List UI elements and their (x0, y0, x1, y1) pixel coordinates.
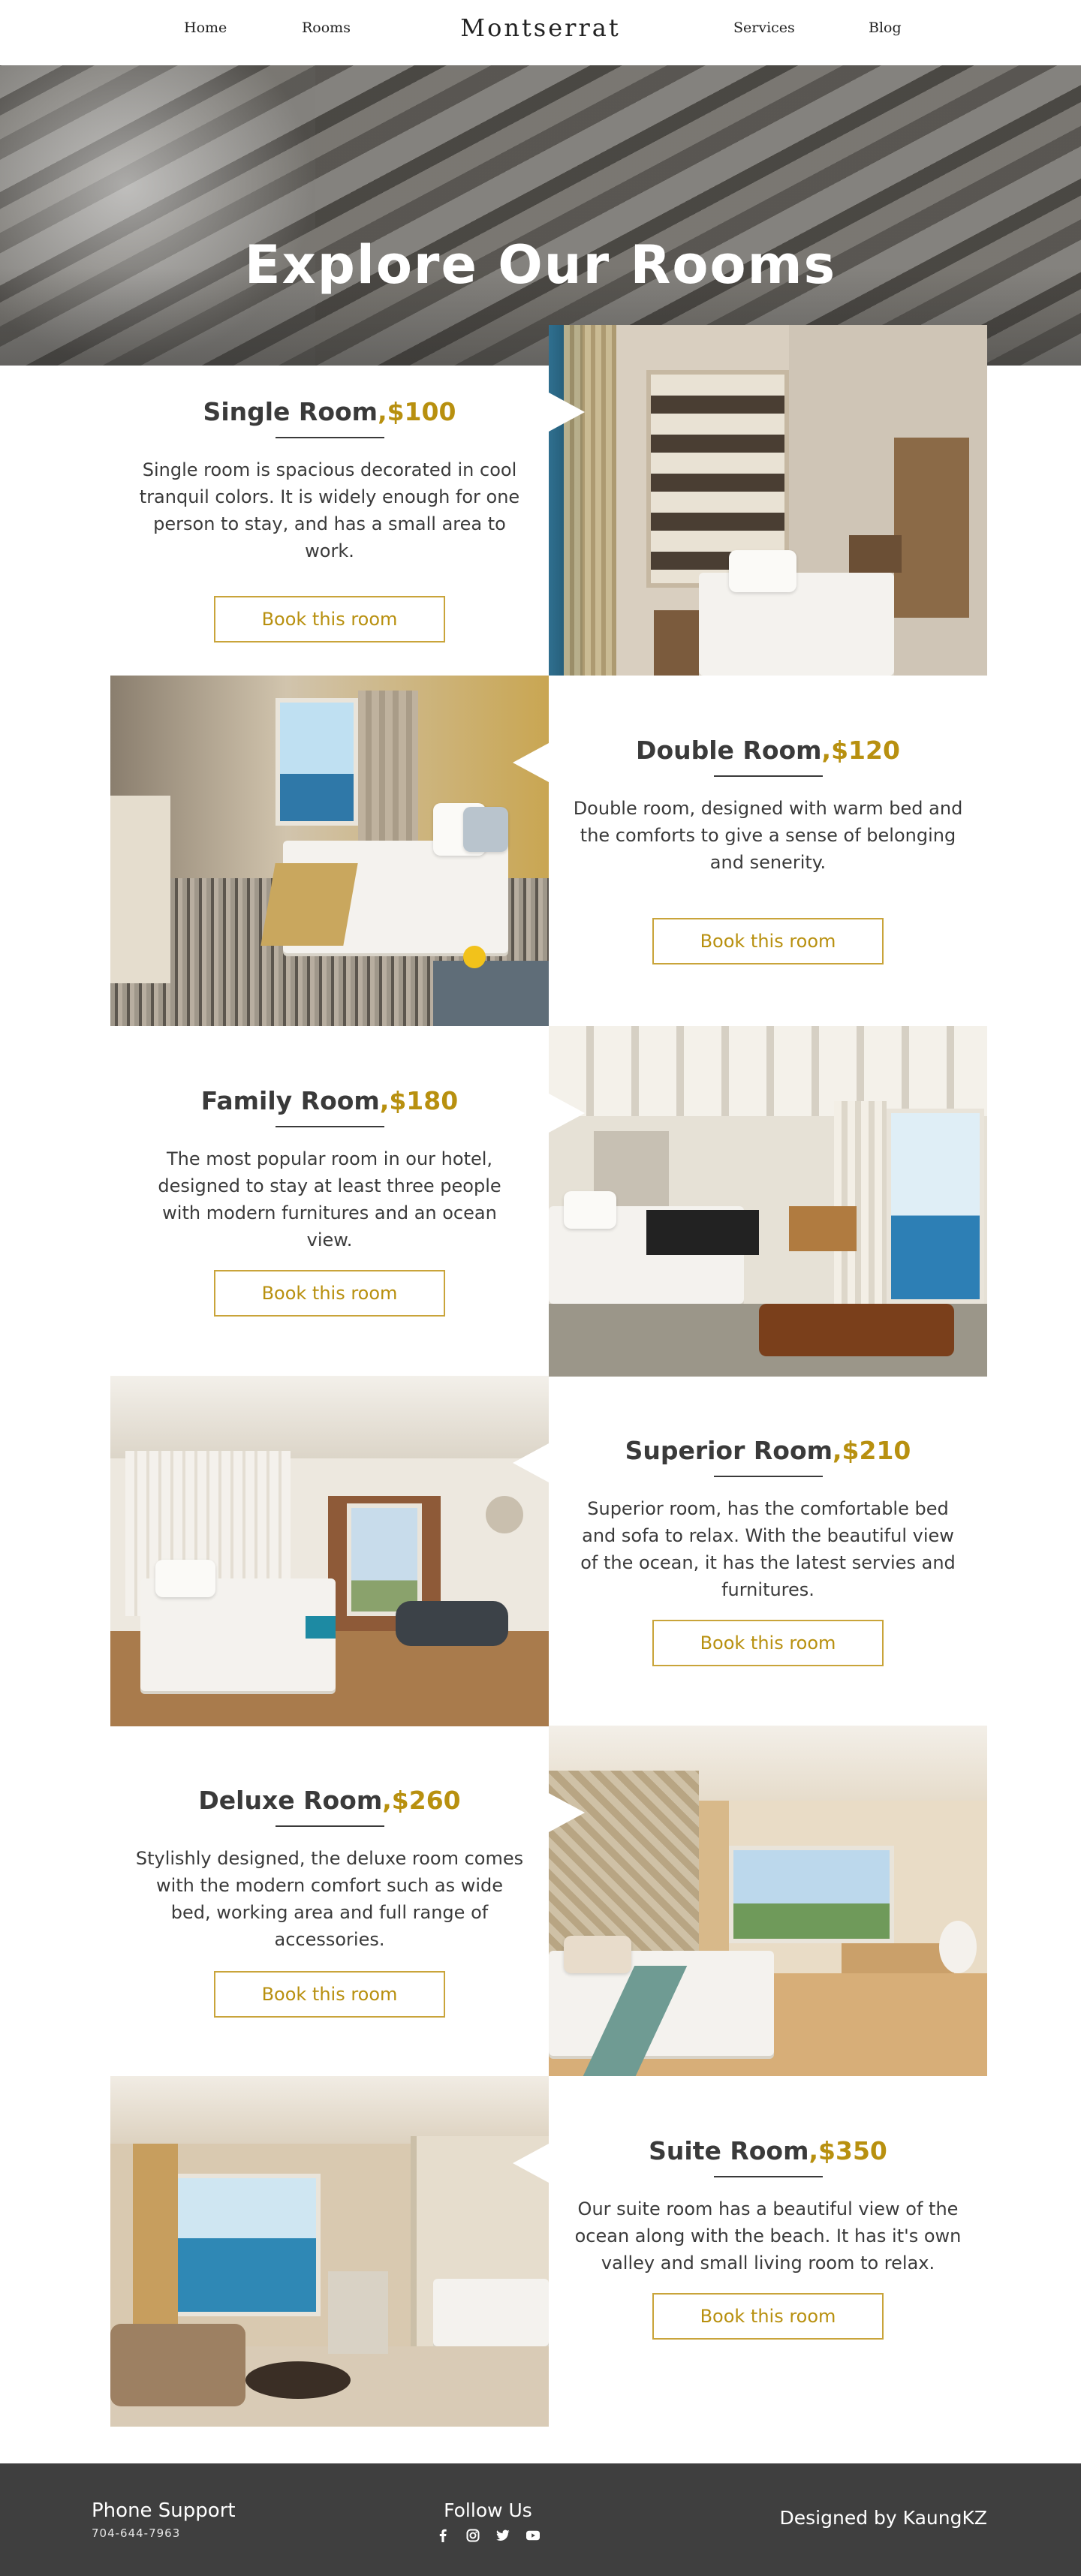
rooms-section: Single Room,$100 Single room is spacious… (0, 325, 1081, 2463)
room-price: ,$210 (833, 1436, 911, 1465)
title-underline (275, 437, 384, 438)
room-price: ,$350 (808, 2136, 887, 2165)
room-text-family: Family Room,$180 The most popular room i… (110, 1026, 549, 1377)
book-room-button[interactable]: Book this room (214, 596, 445, 642)
room-name: Deluxe Room (198, 1786, 383, 1815)
book-room-button[interactable]: Book this room (652, 918, 884, 964)
room-description: Single room is spacious decorated in coo… (139, 459, 520, 561)
photo-pointer (549, 393, 585, 432)
room-text-deluxe: Deluxe Room,$260 Stylishly designed, the… (110, 1726, 549, 2076)
room-photo-double (110, 676, 549, 1026)
room-text-single: Single Room,$100 Single room is spacious… (110, 325, 549, 676)
room-name: Suite Room (649, 2136, 809, 2165)
nav-home-link[interactable]: Home (184, 20, 227, 36)
room-photo-deluxe (549, 1726, 987, 2076)
title-underline (713, 2176, 823, 2177)
book-room-button[interactable]: Book this room (652, 1620, 884, 1666)
hero-title: Explore Our Rooms (244, 234, 837, 296)
room-title: Single Room,$100 (110, 397, 549, 426)
room-price: ,$180 (379, 1086, 459, 1115)
instagram-icon[interactable] (466, 2529, 480, 2542)
nav-rooms-link[interactable]: Rooms (299, 20, 354, 37)
room-price: ,$100 (378, 397, 456, 426)
room-text-double: Double Room,$120 Double room, designed w… (549, 676, 987, 1026)
room-price: ,$260 (382, 1786, 461, 1815)
facebook-icon[interactable] (436, 2529, 450, 2542)
room-name: Superior Room (625, 1436, 833, 1465)
room-photo-single (549, 325, 987, 676)
photo-pointer (513, 1443, 549, 1482)
room-title: Superior Room,$210 (549, 1436, 987, 1465)
room-title: Family Room,$180 (110, 1086, 549, 1115)
book-room-button[interactable]: Book this room (214, 1971, 445, 2018)
photo-pointer (513, 2144, 549, 2183)
room-description: Double room, designed with warm bed and … (573, 798, 963, 873)
follow-us-label: Follow Us (444, 2499, 532, 2521)
room-card-family: Family Room,$180 The most popular room i… (110, 1026, 987, 1377)
room-text-suite: Suite Room,$350 Our suite room has a bea… (549, 2076, 987, 2427)
nav-blog-link[interactable]: Blog (869, 20, 902, 36)
phone-number[interactable]: 704-644-7963 (92, 2526, 180, 2540)
room-description: The most popular room in our hotel, desi… (158, 1148, 501, 1250)
room-card-double: Double Room,$120 Double room, designed w… (110, 676, 987, 1026)
phone-support-label: Phone Support (92, 2499, 236, 2522)
title-underline (275, 1825, 384, 1827)
room-text-superior: Superior Room,$210 Superior room, has th… (549, 1376, 987, 1726)
room-photo-family (549, 1026, 987, 1377)
book-room-button[interactable]: Book this room (652, 2293, 884, 2340)
social-icons (420, 2529, 556, 2542)
room-card-superior: Superior Room,$210 Superior room, has th… (110, 1376, 987, 1726)
youtube-icon[interactable] (526, 2529, 540, 2542)
room-price: ,$120 (821, 736, 900, 765)
room-photo-superior (110, 1376, 549, 1726)
top-navigation: Home Rooms Montserrat Services Blog (0, 0, 1081, 65)
room-name: Double Room (636, 736, 822, 765)
room-card-single: Single Room,$100 Single room is spacious… (110, 325, 987, 676)
room-name: Family Room (200, 1086, 380, 1115)
follow-us-block: Follow Us (420, 2499, 556, 2542)
site-logo[interactable]: Montserrat (460, 14, 620, 42)
title-underline (713, 1476, 823, 1477)
twitter-icon[interactable] (496, 2529, 510, 2542)
room-photo-suite (110, 2076, 549, 2427)
room-card-deluxe: Deluxe Room,$260 Stylishly designed, the… (110, 1726, 987, 2076)
room-name: Single Room (203, 397, 378, 426)
room-description: Our suite room has a beautiful view of t… (574, 2198, 962, 2274)
room-description: Stylishly designed, the deluxe room come… (135, 1848, 524, 1950)
room-description: Superior room, has the comfortable bed a… (580, 1498, 956, 1600)
room-title: Suite Room,$350 (549, 2136, 987, 2165)
photo-pointer (513, 743, 549, 782)
room-card-suite: Suite Room,$350 Our suite room has a bea… (110, 2076, 987, 2427)
designer-credit: Designed by KaungKZ (779, 2507, 987, 2529)
site-logo-wrapper: Montserrat (0, 14, 1081, 42)
site-footer: Phone Support 704-644-7963 Follow Us Des… (0, 2463, 1081, 2576)
nav-services-link[interactable]: Services (733, 20, 795, 36)
room-title: Deluxe Room,$260 (110, 1786, 549, 1815)
book-room-button[interactable]: Book this room (214, 1270, 445, 1317)
room-title: Double Room,$120 (549, 736, 987, 765)
title-underline (275, 1126, 384, 1127)
photo-pointer (549, 1793, 585, 1832)
hero-banner: Explore Our Rooms (0, 65, 1081, 366)
title-underline (713, 775, 823, 777)
photo-pointer (549, 1094, 585, 1133)
